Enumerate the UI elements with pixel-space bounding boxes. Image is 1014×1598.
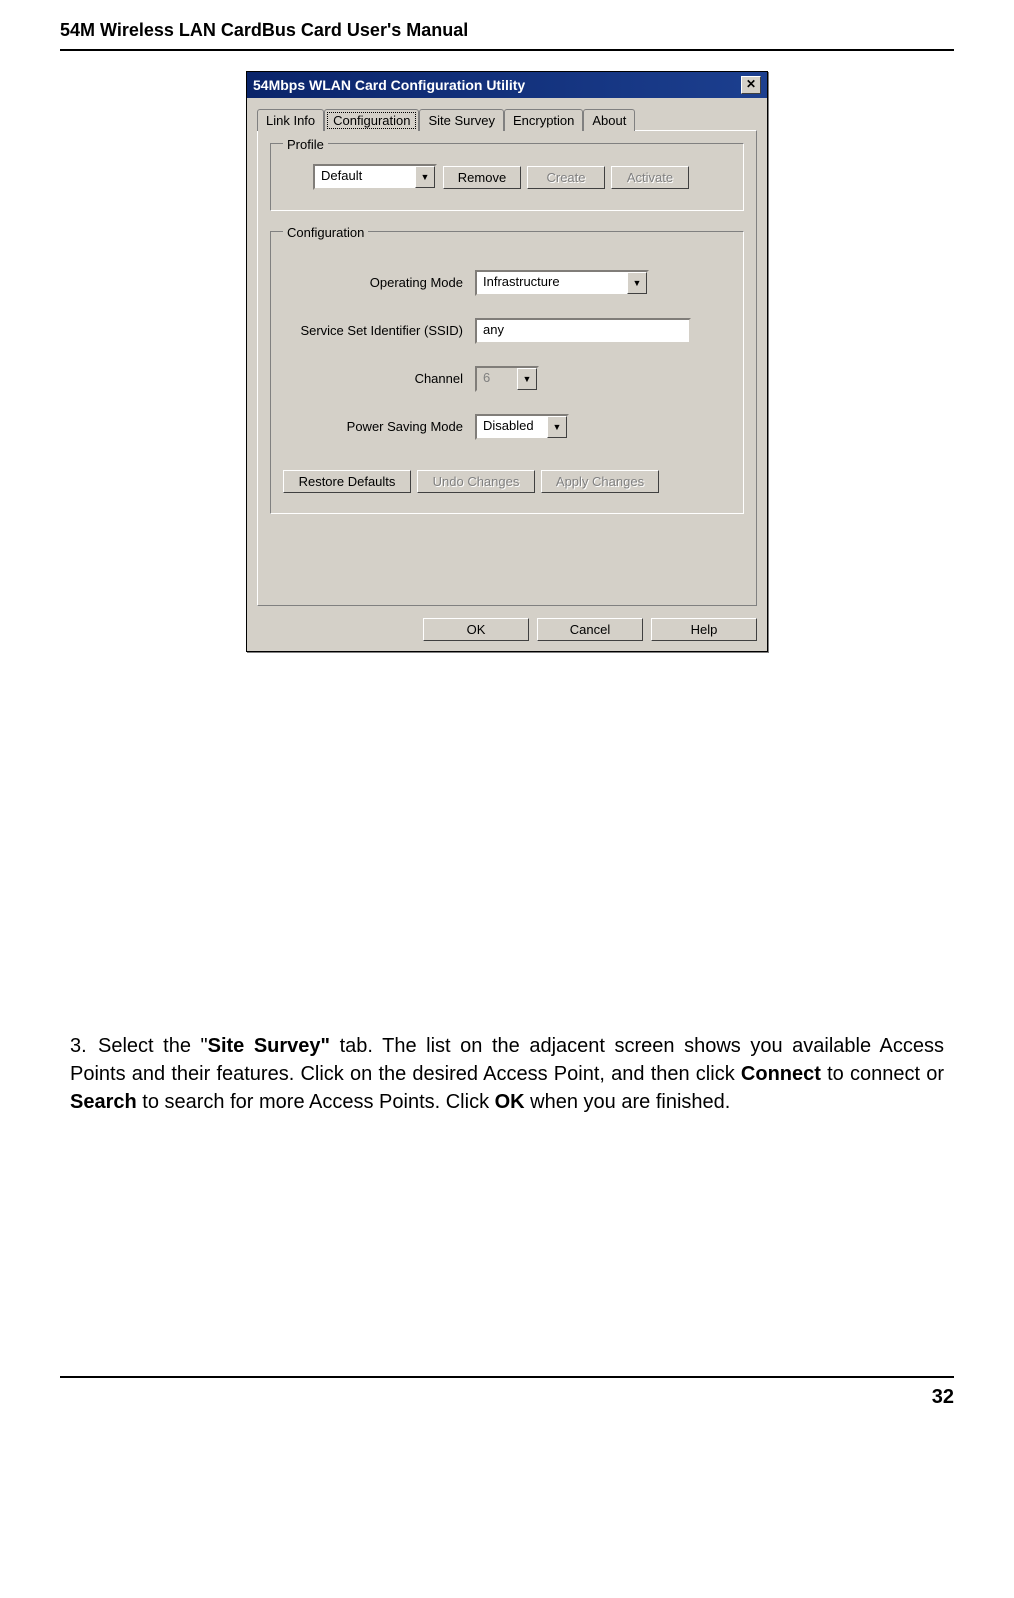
ssid-input[interactable]: any bbox=[475, 318, 691, 344]
power-saving-value: Disabled bbox=[477, 416, 547, 438]
cancel-button[interactable]: Cancel bbox=[537, 618, 643, 641]
ok-button[interactable]: OK bbox=[423, 618, 529, 641]
profile-legend: Profile bbox=[283, 137, 328, 152]
power-saving-select[interactable]: Disabled ▼ bbox=[475, 414, 569, 440]
chevron-down-icon[interactable]: ▼ bbox=[627, 272, 647, 294]
undo-changes-button: Undo Changes bbox=[417, 470, 535, 493]
tabs: Link Info Configuration Site Survey Encr… bbox=[257, 109, 757, 131]
configuration-legend: Configuration bbox=[283, 225, 368, 240]
remove-button[interactable]: Remove bbox=[443, 166, 521, 189]
chevron-down-icon: ▼ bbox=[517, 368, 537, 390]
activate-button: Activate bbox=[611, 166, 689, 189]
channel-label: Channel bbox=[283, 371, 475, 388]
apply-changes-button: Apply Changes bbox=[541, 470, 659, 493]
divider bbox=[60, 49, 954, 51]
tab-content: Profile Default ▼ Remove Create Activate bbox=[257, 130, 757, 606]
chevron-down-icon[interactable]: ▼ bbox=[547, 416, 567, 438]
operating-mode-value: Infrastructure bbox=[477, 272, 627, 294]
operating-mode-select[interactable]: Infrastructure ▼ bbox=[475, 270, 649, 296]
configuration-fieldset: Configuration Operating Mode Infrastruct… bbox=[270, 231, 744, 514]
tab-encryption[interactable]: Encryption bbox=[504, 109, 583, 131]
tab-site-survey[interactable]: Site Survey bbox=[419, 109, 503, 131]
config-dialog: 54Mbps WLAN Card Configuration Utility ✕… bbox=[246, 71, 768, 652]
channel-select: 6 ▼ bbox=[475, 366, 539, 392]
profile-select[interactable]: Default ▼ bbox=[313, 164, 437, 190]
operating-mode-label: Operating Mode bbox=[283, 275, 475, 292]
channel-value: 6 bbox=[477, 368, 517, 390]
chevron-down-icon[interactable]: ▼ bbox=[415, 166, 435, 188]
profile-fieldset: Profile Default ▼ Remove Create Activate bbox=[270, 143, 744, 211]
power-saving-label: Power Saving Mode bbox=[283, 419, 475, 436]
tab-link-info[interactable]: Link Info bbox=[257, 109, 324, 131]
profile-value: Default bbox=[315, 166, 415, 188]
ssid-label: Service Set Identifier (SSID) bbox=[283, 323, 475, 340]
close-button[interactable]: ✕ bbox=[741, 76, 761, 94]
page-header: 54M Wireless LAN CardBus Card User's Man… bbox=[60, 20, 954, 49]
titlebar[interactable]: 54Mbps WLAN Card Configuration Utility ✕ bbox=[247, 72, 767, 98]
step-number: 3. bbox=[70, 1032, 98, 1060]
restore-defaults-button[interactable]: Restore Defaults bbox=[283, 470, 411, 493]
dialog-title: 54Mbps WLAN Card Configuration Utility bbox=[253, 77, 525, 93]
instruction-text: 3.Select the "Site Survey" tab. The list… bbox=[60, 1032, 954, 1116]
create-button: Create bbox=[527, 166, 605, 189]
tab-about[interactable]: About bbox=[583, 109, 635, 131]
help-button[interactable]: Help bbox=[651, 618, 757, 641]
tab-configuration[interactable]: Configuration bbox=[324, 109, 419, 131]
page-number: 32 bbox=[60, 1376, 954, 1409]
